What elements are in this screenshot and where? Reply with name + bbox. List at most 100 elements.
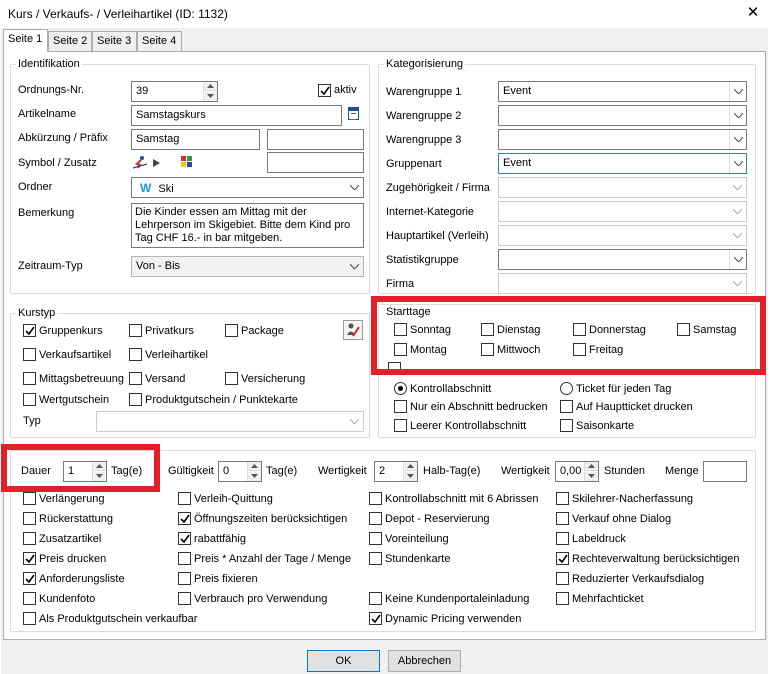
chevron-down-icon[interactable]: [729, 154, 746, 173]
kontrollabschnitt-radio[interactable]: [394, 382, 407, 395]
calendar-icon[interactable]: [348, 107, 359, 120]
chevron-down-icon[interactable]: [729, 178, 746, 197]
auf-hauptticket-checkbox[interactable]: [560, 400, 573, 413]
versicherung-checkbox[interactable]: [225, 372, 238, 385]
ok-button[interactable]: OK: [307, 650, 380, 672]
anforderungsliste-checkbox[interactable]: [23, 572, 36, 585]
aktiv-checkbox[interactable]: [318, 84, 331, 97]
spin-down-icon[interactable]: [404, 472, 417, 481]
typ-select[interactable]: [96, 411, 364, 432]
spin-up-icon[interactable]: [248, 462, 261, 471]
spin-down-icon[interactable]: [204, 92, 217, 101]
tab-seite-2[interactable]: Seite 2: [48, 31, 92, 51]
abkuerzung-input[interactable]: Samstag: [131, 129, 260, 150]
spin-down-icon[interactable]: [248, 472, 261, 481]
mehrfachticket-checkbox[interactable]: [556, 592, 569, 605]
tab-seite-3[interactable]: Seite 3: [92, 31, 137, 51]
internet-kategorie-select[interactable]: [498, 201, 747, 222]
preis-fixieren-checkbox[interactable]: [178, 572, 191, 585]
package-checkbox[interactable]: [225, 324, 238, 337]
oeffnungszeiten-checkbox[interactable]: [178, 512, 191, 525]
preis-anzahl-tage-checkbox[interactable]: [178, 552, 191, 565]
wertigkeit-halbtag-input[interactable]: 2: [374, 461, 418, 482]
verleihartikel-checkbox[interactable]: [129, 348, 142, 361]
skilehrer-nacherfassung-checkbox[interactable]: [556, 492, 569, 505]
tab-seite-4[interactable]: Seite 4: [137, 31, 182, 51]
voreinteilung-checkbox[interactable]: [369, 532, 382, 545]
artikelname-input[interactable]: Samstagskurs: [131, 105, 342, 126]
ordner-select[interactable]: W Ski: [131, 177, 364, 198]
keine-kundenportaleinladung-checkbox[interactable]: [369, 592, 382, 605]
chevron-down-icon[interactable]: [729, 202, 746, 221]
spin-up-icon[interactable]: [204, 82, 217, 91]
bemerkung-textarea[interactable]: Die Kinder essen am Mittag mit der Lehrp…: [131, 203, 364, 248]
statistikgruppe-select[interactable]: [498, 249, 747, 270]
ordnungs-spinner[interactable]: [203, 82, 217, 101]
labeldruck-checkbox[interactable]: [556, 532, 569, 545]
chevron-down-icon[interactable]: [346, 412, 363, 431]
close-icon[interactable]: ✕: [744, 4, 762, 22]
privatkurs-checkbox[interactable]: [129, 324, 142, 337]
chevron-down-icon[interactable]: [346, 178, 363, 197]
zeitraum-select[interactable]: Von - Bis: [131, 256, 364, 277]
chevron-down-icon[interactable]: [729, 274, 746, 293]
leerer-kontrollabschnitt-checkbox[interactable]: [394, 419, 407, 432]
produktgutschein-verkaufbar-checkbox[interactable]: [23, 612, 36, 625]
produktgutschein-checkbox[interactable]: [129, 393, 142, 406]
spin-down-icon[interactable]: [585, 472, 598, 481]
verkaufsartikel-checkbox[interactable]: [23, 348, 36, 361]
warengruppe-1-select[interactable]: Event: [498, 81, 747, 102]
chevron-down-icon[interactable]: [729, 82, 746, 101]
verkauf-ohne-dialog-checkbox[interactable]: [556, 512, 569, 525]
kontrollabschnitt-6-checkbox[interactable]: [369, 492, 382, 505]
wertigkeit-halbtag-spinner[interactable]: [403, 462, 417, 481]
chevron-down-icon[interactable]: [729, 250, 746, 269]
nur-ein-abschnitt-checkbox[interactable]: [394, 400, 407, 413]
wertigkeit-stunden-spinner[interactable]: [584, 462, 598, 481]
chevron-down-icon[interactable]: [346, 257, 363, 276]
firma-select[interactable]: [498, 273, 747, 294]
hauptartikel-select[interactable]: [498, 225, 747, 246]
gueltigkeit-input[interactable]: 0: [218, 461, 262, 482]
warengruppe-2-select[interactable]: [498, 105, 747, 126]
wertigkeit-stunden-input[interactable]: 0,00: [555, 461, 599, 482]
ticket-jeden-tag-radio[interactable]: [560, 382, 573, 395]
rueckerstattung-checkbox[interactable]: [23, 512, 36, 525]
kundenfoto-checkbox[interactable]: [23, 592, 36, 605]
stundenkarte-checkbox[interactable]: [369, 552, 382, 565]
verlaengerung-checkbox[interactable]: [23, 492, 36, 505]
skier-icon[interactable]: [131, 155, 149, 171]
warengruppe-3-select[interactable]: [498, 129, 747, 150]
spin-up-icon[interactable]: [404, 462, 417, 471]
zugehoerigkeit-select[interactable]: [498, 177, 747, 198]
reduzierter-verkaufsdialog-checkbox[interactable]: [556, 572, 569, 585]
menge-input[interactable]: [703, 461, 747, 482]
verleih-quittung-checkbox[interactable]: [178, 492, 191, 505]
spin-up-icon[interactable]: [585, 462, 598, 471]
ordnungs-input[interactable]: 39: [131, 81, 218, 102]
depot-reservierung-checkbox[interactable]: [369, 512, 382, 525]
chevron-down-icon[interactable]: [729, 106, 746, 125]
cancel-button[interactable]: Abbrechen: [388, 650, 461, 672]
tab-seite-1[interactable]: Seite 1: [3, 29, 48, 52]
edit-person-icon[interactable]: [343, 320, 363, 340]
preis-drucken-checkbox[interactable]: [23, 552, 36, 565]
zusatzartikel-checkbox[interactable]: [23, 532, 36, 545]
gruppenart-select[interactable]: Event: [498, 153, 747, 174]
praefix-input[interactable]: [267, 129, 364, 150]
verbrauch-pro-verwendung-checkbox[interactable]: [178, 592, 191, 605]
versand-checkbox[interactable]: [129, 372, 142, 385]
zusatz-input[interactable]: [267, 152, 364, 173]
saisonkarte-checkbox[interactable]: [560, 419, 573, 432]
wertgutschein-checkbox[interactable]: [23, 393, 36, 406]
chevron-down-icon[interactable]: [729, 226, 746, 245]
palette-icon[interactable]: [181, 156, 193, 168]
mittagsbetreuung-checkbox[interactable]: [23, 372, 36, 385]
gruppenkurs-checkbox[interactable]: [23, 324, 36, 337]
dynamic-pricing-checkbox[interactable]: [369, 612, 382, 625]
dropdown-arrow-icon[interactable]: [153, 158, 160, 167]
gueltigkeit-spinner[interactable]: [247, 462, 261, 481]
rabattfaehig-checkbox[interactable]: [178, 532, 191, 545]
chevron-down-icon[interactable]: [729, 130, 746, 149]
rechteverwaltung-checkbox[interactable]: [556, 552, 569, 565]
